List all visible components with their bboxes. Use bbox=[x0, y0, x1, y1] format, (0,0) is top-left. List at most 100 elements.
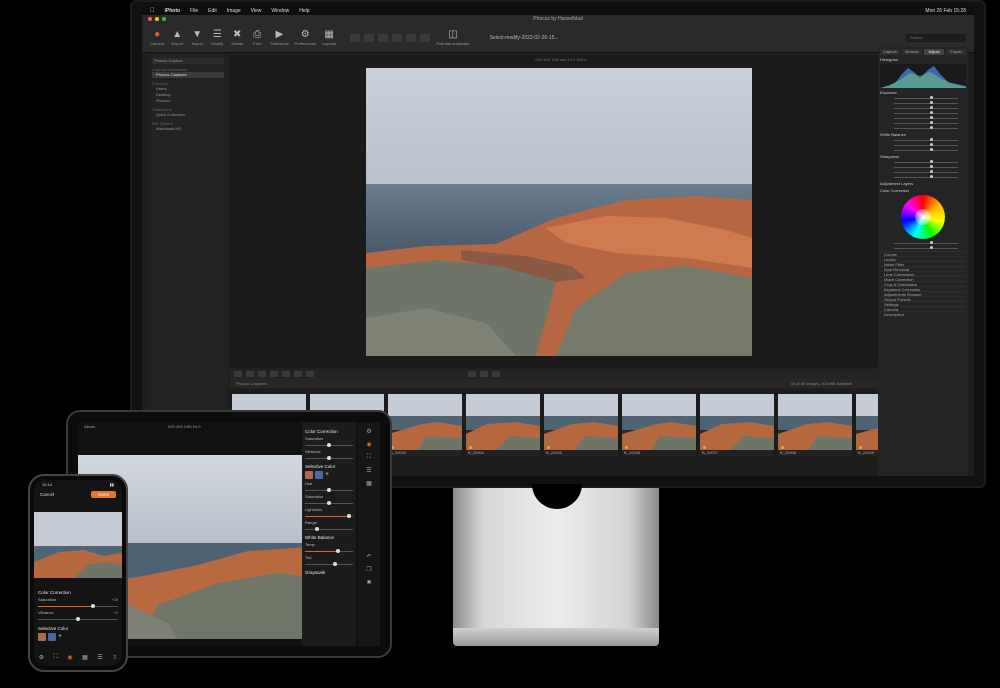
tab-adjust[interactable]: Adjust bbox=[924, 49, 944, 55]
ipad-vibrance-slider[interactable] bbox=[305, 455, 353, 461]
swatch-blue[interactable] bbox=[48, 633, 56, 641]
adjust-slider[interactable] bbox=[894, 121, 966, 125]
folder-pictures[interactable]: Pictures bbox=[152, 98, 224, 104]
tab-browse[interactable]: Browse bbox=[902, 49, 922, 55]
layouts-button[interactable]: ▦ Layouts bbox=[322, 29, 336, 46]
iphone-photo[interactable] bbox=[34, 512, 122, 578]
ipad-back-button[interactable]: Album bbox=[84, 424, 95, 429]
adjust-slider[interactable] bbox=[894, 246, 966, 250]
adjust-slider[interactable] bbox=[894, 111, 966, 115]
show-option-4[interactable] bbox=[392, 33, 403, 42]
import-button[interactable]: ▼ Import bbox=[190, 29, 204, 46]
trash-icon[interactable]: ✖ bbox=[366, 579, 371, 586]
previous-image-button[interactable] bbox=[468, 371, 476, 377]
show-option-5[interactable] bbox=[406, 33, 417, 42]
filmstrip-thumbnail[interactable]: B_20005 bbox=[544, 394, 618, 456]
iphone-saturation-slider[interactable] bbox=[38, 603, 118, 609]
slider-knob[interactable] bbox=[315, 527, 319, 531]
adjust-section-header[interactable]: Color Correction bbox=[880, 188, 966, 193]
color-wheel[interactable] bbox=[901, 195, 945, 239]
compare-button[interactable] bbox=[246, 371, 254, 377]
ipad-range-slider[interactable] bbox=[305, 526, 353, 532]
adjust-slider[interactable] bbox=[894, 96, 966, 100]
view-mode-button[interactable] bbox=[234, 371, 242, 377]
camera-button[interactable]: ● Camera bbox=[150, 29, 164, 46]
slider-knob[interactable] bbox=[327, 501, 331, 505]
close-window-button[interactable] bbox=[148, 17, 152, 21]
menu-image[interactable]: Image bbox=[227, 8, 241, 14]
macintosh-hd[interactable]: Macintosh HD bbox=[152, 126, 224, 132]
undo-icon[interactable]: ↶ bbox=[366, 553, 371, 560]
histogram-heading[interactable]: Histogram bbox=[880, 57, 966, 62]
sliders-icon[interactable]: ☰ bbox=[97, 654, 102, 662]
swatch-orange[interactable] bbox=[38, 633, 46, 641]
show-option-2[interactable] bbox=[364, 33, 375, 42]
adjust-section-header[interactable]: Exposure bbox=[880, 90, 966, 95]
show-option-1[interactable] bbox=[350, 33, 361, 42]
show-option-6[interactable] bbox=[420, 33, 431, 42]
adjust-slider[interactable] bbox=[894, 101, 966, 105]
show-option-3[interactable] bbox=[378, 33, 389, 42]
apple-icon[interactable]:  bbox=[150, 8, 155, 14]
quick-collection[interactable]: Quick Collection bbox=[152, 112, 224, 118]
portrait-landscape-button[interactable]: ◫ Portrait/Landscape bbox=[436, 29, 470, 46]
modify-button[interactable]: ☰ Modify bbox=[210, 29, 224, 46]
adjust-section-header[interactable]: Adjustment Layers bbox=[880, 181, 966, 186]
slider-knob[interactable] bbox=[332, 562, 337, 566]
menu-app-name[interactable]: iPhoto bbox=[165, 8, 181, 14]
adjust-slider[interactable] bbox=[894, 175, 966, 179]
tab-export[interactable]: Export bbox=[946, 49, 966, 55]
slider-knob[interactable] bbox=[347, 514, 352, 518]
adjust-section-header[interactable]: Sharpness bbox=[880, 154, 966, 159]
brush-tool[interactable] bbox=[294, 371, 302, 377]
filmstrip-thumbnail[interactable]: B_20008 bbox=[778, 394, 852, 456]
gear-icon[interactable]: ⚙ bbox=[39, 654, 44, 662]
adjust-slider[interactable] bbox=[894, 170, 966, 174]
print-button[interactable]: ⎙ Print bbox=[250, 29, 264, 46]
slider-knob[interactable] bbox=[335, 549, 340, 553]
share-icon[interactable]: ⇧ bbox=[112, 654, 117, 662]
straighten-tool[interactable] bbox=[270, 371, 278, 377]
zoom-window-button[interactable] bbox=[162, 17, 166, 21]
adjust-slider[interactable] bbox=[894, 143, 966, 147]
adjust-slider[interactable] bbox=[894, 138, 966, 142]
tab-capture[interactable]: Capture bbox=[880, 49, 900, 55]
adjust-slider[interactable] bbox=[894, 116, 966, 120]
ipad-temp-slider[interactable] bbox=[305, 548, 353, 554]
filmstrip-thumbnail[interactable]: B_20007 bbox=[700, 394, 774, 456]
done-button[interactable]: Done bbox=[91, 490, 116, 498]
adjust-slider[interactable] bbox=[894, 126, 966, 130]
ipad-lightness-slider[interactable] bbox=[305, 513, 353, 519]
swatch-orange[interactable] bbox=[305, 471, 313, 479]
adjust-slider[interactable] bbox=[894, 106, 966, 110]
adjust-slider[interactable] bbox=[894, 165, 966, 169]
export-button[interactable]: ▲ Export bbox=[170, 29, 184, 46]
zoom-tool[interactable] bbox=[306, 371, 314, 377]
iphone-vibrance-slider[interactable] bbox=[38, 616, 118, 622]
folder-phocus-captures[interactable]: Phocus Captures bbox=[152, 72, 224, 78]
swatch-blue[interactable] bbox=[315, 471, 323, 479]
add-swatch-icon[interactable]: + bbox=[325, 471, 333, 479]
slider-knob[interactable] bbox=[91, 604, 96, 608]
menu-help[interactable]: Help bbox=[299, 8, 309, 14]
slider-knob[interactable] bbox=[76, 617, 80, 621]
filmstrip-thumbnail[interactable]: B_20006 bbox=[622, 394, 696, 456]
crop-tool[interactable] bbox=[258, 371, 266, 377]
sliders-icon[interactable]: ☰ bbox=[366, 467, 371, 474]
add-swatch-icon[interactable]: + bbox=[58, 633, 66, 641]
adjust-slider[interactable] bbox=[894, 241, 966, 245]
filmstrip-thumbnail[interactable]: B_20004 bbox=[466, 394, 540, 456]
adjust-slider[interactable] bbox=[894, 160, 966, 164]
menu-edit[interactable]: Edit bbox=[208, 8, 217, 14]
adjust-slider[interactable] bbox=[894, 148, 966, 152]
copy-icon[interactable]: ❐ bbox=[366, 566, 371, 573]
collapsed-tool-row[interactable]: Description bbox=[880, 311, 966, 317]
rotate-button[interactable] bbox=[492, 371, 500, 377]
preferences-button[interactable]: ⚙ Preferences bbox=[294, 29, 316, 46]
crop-icon[interactable]: ⛶ bbox=[54, 654, 58, 662]
menu-file[interactable]: File bbox=[190, 8, 198, 14]
slider-knob[interactable] bbox=[327, 443, 331, 447]
color-icon[interactable]: ◉ bbox=[366, 441, 371, 448]
slideshow-button[interactable]: ▶ Slideshow bbox=[270, 29, 288, 46]
ipad-tint-slider[interactable] bbox=[305, 561, 353, 567]
